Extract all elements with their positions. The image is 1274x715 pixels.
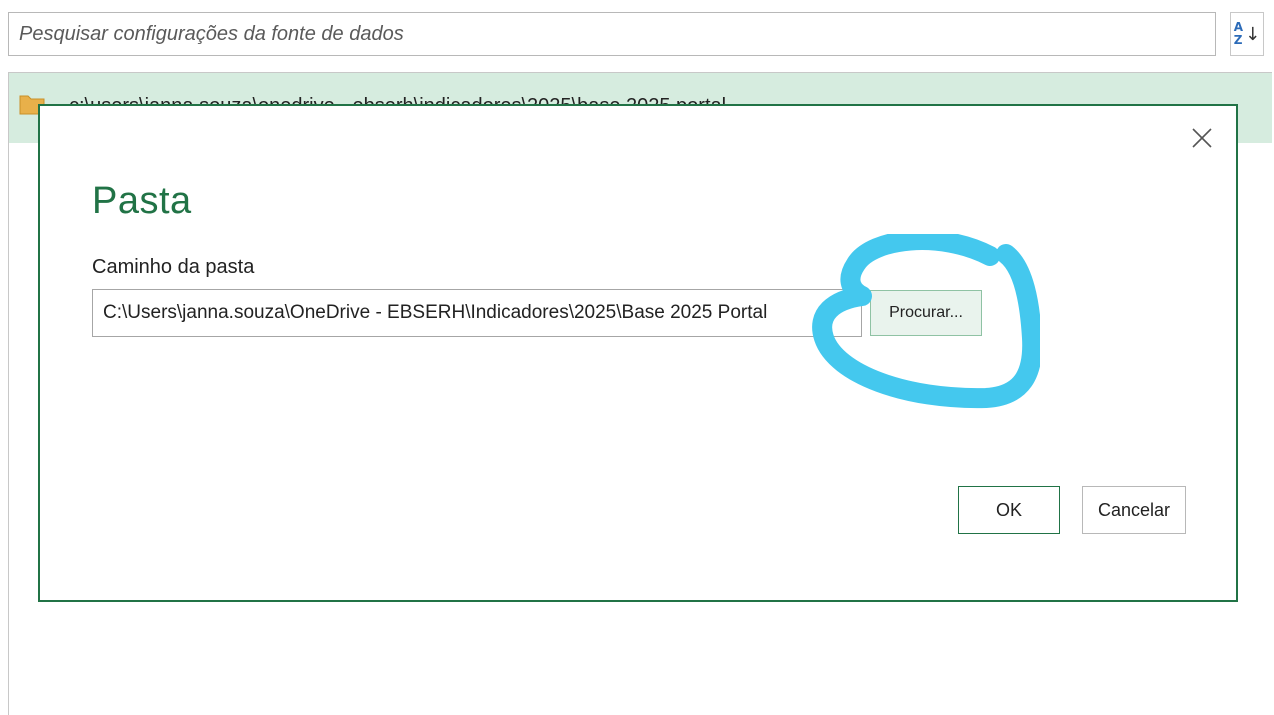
- folder-path-input[interactable]: [92, 289, 862, 337]
- sort-az-icon: A Z ↓: [1233, 20, 1261, 47]
- folder-path-label: Caminho da pasta: [92, 256, 255, 278]
- close-icon: [1192, 128, 1212, 148]
- search-box: [8, 12, 1216, 56]
- folder-dialog: Pasta Caminho da pasta Procurar... OK Ca…: [38, 104, 1238, 602]
- sort-button[interactable]: A Z ↓: [1230, 12, 1264, 56]
- close-button[interactable]: [1186, 122, 1218, 154]
- browse-button[interactable]: Procurar...: [870, 290, 982, 336]
- data-source-settings-window: A Z ↓ c:\users\janna.souza\onedrive - eb…: [0, 0, 1274, 715]
- search-input[interactable]: [9, 13, 1215, 55]
- cancel-button[interactable]: Cancelar: [1082, 486, 1186, 534]
- dialog-title: Pasta: [92, 180, 192, 222]
- ok-button[interactable]: OK: [958, 486, 1060, 534]
